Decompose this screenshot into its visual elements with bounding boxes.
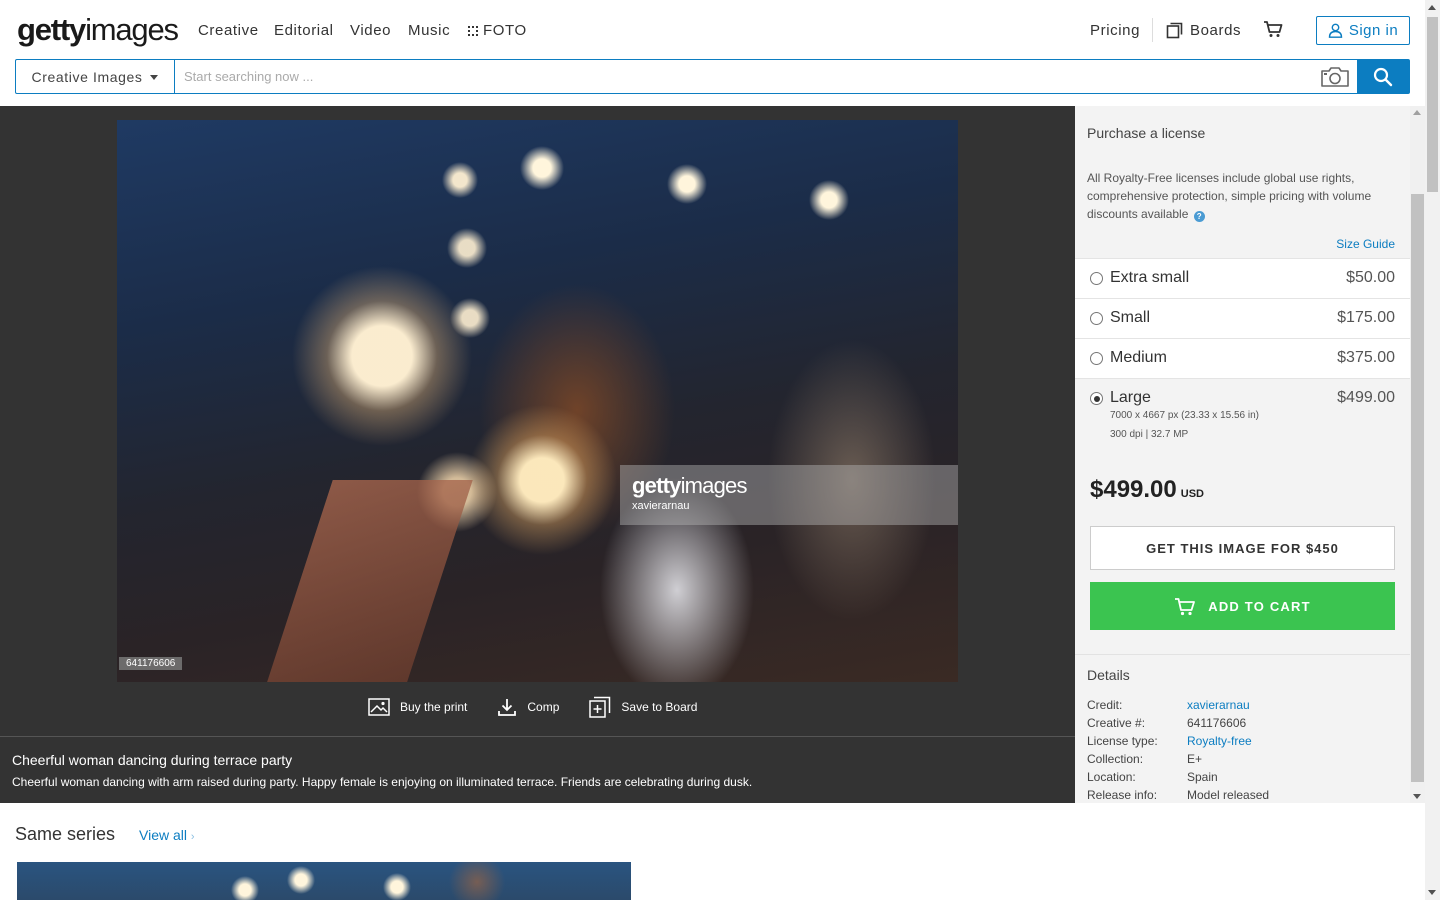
scroll-up-icon[interactable]: [1413, 110, 1421, 115]
size-option-extra-small[interactable]: Extra small $50.00: [1075, 258, 1410, 298]
view-all-link[interactable]: View all ›: [139, 827, 195, 843]
detail-row: Collection: E+: [1087, 752, 1203, 766]
total-price: $499.00 USD: [1090, 476, 1204, 503]
size-resolution: 300 dpi | 32.7 MP: [1110, 429, 1189, 440]
caption-divider: [0, 736, 1075, 737]
panel-scrollbar[interactable]: [1410, 106, 1425, 803]
image-description: Cheerful woman dancing with arm raised d…: [12, 775, 753, 789]
nav-pricing[interactable]: Pricing: [1090, 22, 1140, 39]
page-scroll-down-icon[interactable]: [1428, 890, 1436, 895]
foto-icon: [468, 26, 478, 36]
save-to-board-button[interactable]: Save to Board: [589, 696, 697, 718]
sign-in-button[interactable]: Sign in: [1316, 16, 1410, 45]
radio-large[interactable]: [1090, 392, 1103, 405]
detail-row: Release info: Model released: [1087, 788, 1270, 802]
boards-icon: [1166, 22, 1183, 39]
user-icon: [1328, 23, 1343, 38]
camera-icon[interactable]: [1313, 60, 1357, 93]
page-scroll-up-icon[interactable]: [1428, 5, 1436, 10]
details-divider: [1075, 654, 1410, 655]
buy-print-button[interactable]: Buy the print: [368, 698, 467, 716]
nav-creative[interactable]: Creative: [198, 22, 259, 39]
getty-logo[interactable]: gettyimages: [17, 12, 179, 48]
add-to-board-icon: [589, 696, 611, 718]
nav-video[interactable]: Video: [350, 22, 391, 39]
download-icon: [498, 699, 517, 716]
search-button[interactable]: [1357, 60, 1409, 93]
nav-music[interactable]: Music: [408, 22, 450, 39]
page-scroll-thumb[interactable]: [1427, 17, 1438, 192]
size-option-large[interactable]: Large $499.00 7000 x 4667 px (23.33 x 15…: [1075, 378, 1410, 456]
main-photo[interactable]: gettyimages xavierarnau 641176606: [117, 120, 958, 682]
size-guide-link[interactable]: Size Guide: [1336, 237, 1395, 251]
image-viewer: gettyimages xavierarnau 641176606 Buy th…: [0, 106, 1075, 803]
radio-small[interactable]: [1090, 312, 1103, 325]
details-title: Details: [1087, 667, 1130, 683]
nav-foto[interactable]: FOTO: [468, 22, 527, 39]
license-title: Purchase a license: [1087, 125, 1206, 141]
detail-row: Location: Spain: [1087, 770, 1218, 784]
help-icon[interactable]: ?: [1193, 211, 1205, 222]
image-actions: Buy the print Comp Save to Board: [368, 696, 727, 718]
detail-row: Creative #: 641176606: [1087, 716, 1247, 730]
size-option-medium[interactable]: Medium $375.00: [1075, 338, 1410, 378]
add-to-cart-button[interactable]: ADD TO CART: [1090, 582, 1395, 630]
page-scrollbar[interactable]: [1425, 0, 1440, 900]
detail-row: License type: Royalty-free: [1087, 732, 1252, 750]
series-thumbnail[interactable]: [17, 862, 631, 900]
scroll-down-icon[interactable]: [1413, 794, 1421, 799]
size-dimensions: 7000 x 4667 px (23.33 x 15.56 in): [1110, 410, 1259, 421]
photo-terrace-rail: [261, 480, 473, 682]
photo-id-badge: 641176606: [119, 657, 183, 670]
cart-icon[interactable]: [1263, 20, 1283, 43]
search-bar: Creative Images: [15, 59, 1410, 94]
top-header: gettyimages Creative Editorial Video Mus…: [0, 0, 1425, 60]
details-list: Credit: xavierarnau Creative #: 641176606 …: [1087, 696, 1269, 803]
cart-icon: [1175, 597, 1196, 615]
image-title: Cheerful woman dancing during terrace pa…: [12, 752, 293, 768]
license-type-link[interactable]: Royalty-free: [1187, 732, 1252, 750]
radio-extra-small[interactable]: [1090, 272, 1103, 285]
search-type-dropdown[interactable]: Creative Images: [16, 60, 175, 93]
size-option-small[interactable]: Small $175.00: [1075, 298, 1410, 338]
chevron-right-icon: ›: [190, 831, 195, 843]
caret-down-icon: [150, 75, 159, 80]
header-divider: [1152, 18, 1153, 42]
license-panel: Purchase a license All Royalty-Free lice…: [1075, 106, 1410, 803]
get-image-button[interactable]: GET THIS IMAGE FOR $450: [1090, 526, 1395, 570]
nav-boards[interactable]: Boards: [1166, 22, 1241, 39]
credit-link[interactable]: xavierarnau: [1187, 696, 1250, 714]
nav-editorial[interactable]: Editorial: [274, 22, 334, 39]
radio-medium[interactable]: [1090, 352, 1103, 365]
comp-download-button[interactable]: Comp: [497, 697, 559, 717]
panel-scroll-thumb[interactable]: [1411, 194, 1424, 782]
picture-icon: [368, 698, 390, 716]
detail-row: Credit: xavierarnau: [1087, 696, 1250, 714]
search-input[interactable]: [175, 60, 1313, 93]
size-options: Extra small $50.00 Small $175.00 Medium …: [1075, 258, 1410, 456]
license-info: All Royalty-Free licenses include global…: [1087, 171, 1372, 222]
getty-watermark: gettyimages xavierarnau: [620, 465, 958, 525]
search-icon: [1373, 67, 1393, 86]
same-series-title: Same series: [15, 824, 116, 844]
